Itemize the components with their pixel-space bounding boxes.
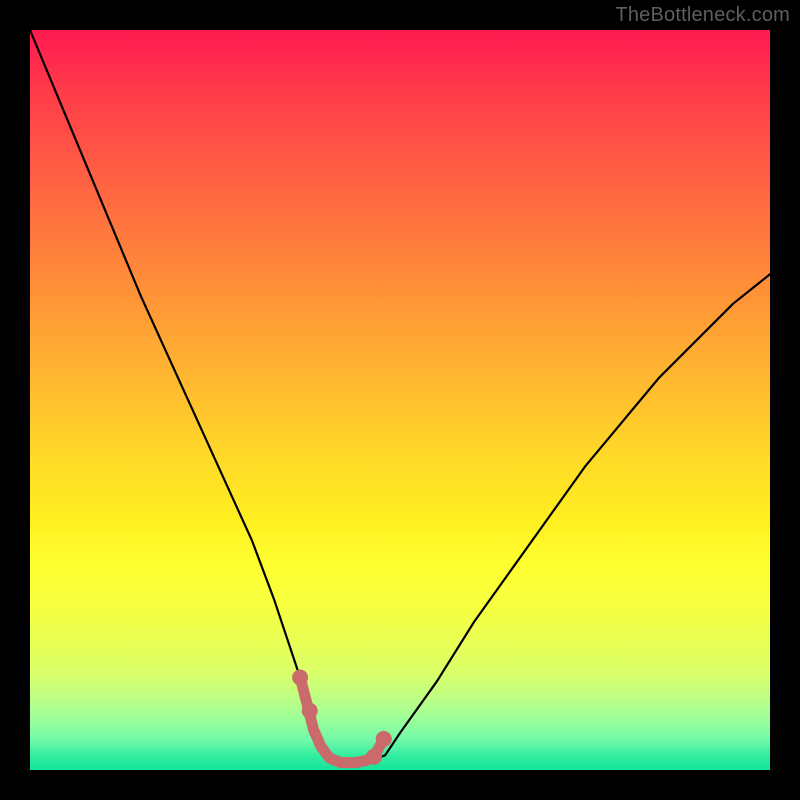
trough-marker — [302, 703, 318, 719]
chart-frame: TheBottleneck.com — [0, 0, 800, 800]
trough-marker — [366, 749, 382, 765]
curve-svg — [30, 30, 770, 770]
watermark-text: TheBottleneck.com — [615, 4, 790, 27]
trough-marker — [292, 670, 308, 686]
bottleneck-curve — [30, 30, 770, 763]
plot-area — [30, 30, 770, 770]
trough-marker — [376, 731, 392, 747]
